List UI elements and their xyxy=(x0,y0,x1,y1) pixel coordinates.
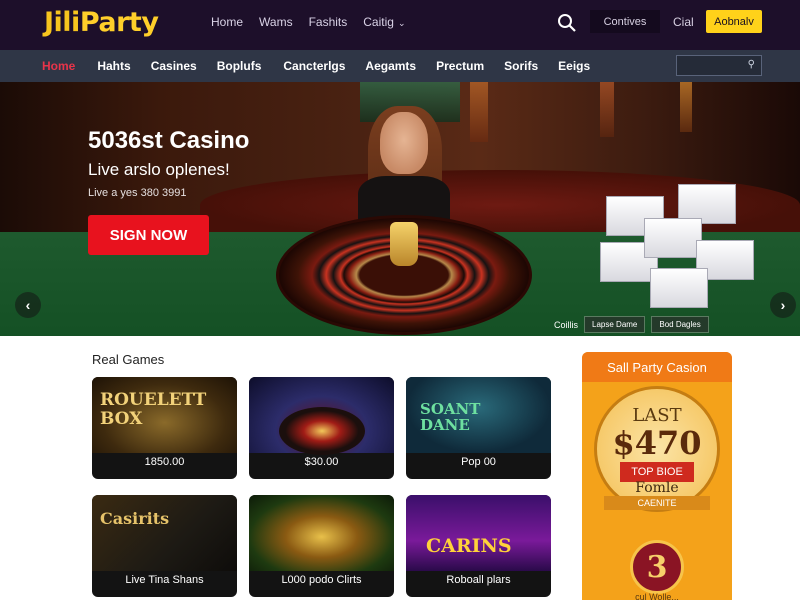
hero-small-text: Live a yes 380 3991 xyxy=(88,187,187,199)
promo-last: LAST xyxy=(632,405,682,426)
top-nav-item-4-label: Caitig xyxy=(363,15,394,29)
promo-banner: CAENITE xyxy=(604,496,710,510)
section-title: Real Games xyxy=(92,352,165,367)
promo-ribbon: TOP BIOE xyxy=(620,462,694,482)
game-art-text: CARINS xyxy=(426,535,512,557)
category-nav-items: Home Hahts Casines Boplufs Cancterlgs Ae… xyxy=(42,59,590,73)
game-art-text: SOANT DANE xyxy=(420,400,481,434)
game-caption: Pop 00 xyxy=(461,456,496,468)
category-nav-item-8[interactable]: Sorifs xyxy=(504,59,538,73)
promo-subtext: Fomle xyxy=(635,480,679,496)
top-nav-item-4[interactable]: Caitig ⌄ xyxy=(363,15,405,29)
category-nav-item-2[interactable]: Hahts xyxy=(97,59,130,73)
hero-tag-2[interactable]: Bod Dagles xyxy=(651,316,709,333)
promo-title: Sall Party Casion xyxy=(582,352,732,382)
chevron-left-icon[interactable]: ‹ xyxy=(15,292,41,318)
game-caption: Roboall plars xyxy=(446,574,511,586)
game-thumbnail: SOANT DANE xyxy=(406,377,551,453)
game-thumbnail: Casirits xyxy=(92,495,237,571)
subnav-search-input[interactable]: ⚲ xyxy=(676,55,762,76)
promo-footer: cul Wolle... xyxy=(635,592,679,600)
top-nav-item-3[interactable]: Fashits xyxy=(309,15,348,29)
top-nav-item-2[interactable]: Wams xyxy=(259,15,293,29)
top-nav-item-1[interactable]: Home xyxy=(211,15,243,29)
background-lamp xyxy=(600,82,614,137)
chevron-right-icon[interactable]: › xyxy=(770,292,796,318)
brand-logo-right: Party xyxy=(79,7,159,38)
category-nav-item-7[interactable]: Prectum xyxy=(436,59,484,73)
hero-title: 5036st Casino xyxy=(88,127,250,154)
top-field[interactable]: Contives xyxy=(590,10,660,33)
category-nav-item-3[interactable]: Casines xyxy=(151,59,197,73)
brand-logo[interactable]: JiliParty xyxy=(44,7,159,38)
dealer-face xyxy=(380,112,428,174)
promo-amount: $470 xyxy=(612,424,702,462)
game-art-text: Casirits xyxy=(100,509,170,528)
roulette-art xyxy=(279,407,365,455)
game-card[interactable]: $30.00 xyxy=(249,377,394,479)
game-caption: L000 podo Clirts xyxy=(281,574,362,586)
hero-subtitle: Live arslo oplenes! xyxy=(88,160,230,179)
game-thumbnail xyxy=(249,377,394,455)
search-icon: ⚲ xyxy=(747,59,755,70)
hero-tag-bar: Coillis Lapse Dame Bod Dagles xyxy=(554,316,709,333)
game-thumbnail xyxy=(249,495,394,571)
category-nav-item-9[interactable]: Eeigs xyxy=(558,59,590,73)
roulette-turret xyxy=(390,222,418,266)
search-icon[interactable] xyxy=(556,12,578,34)
hero-tag-1[interactable]: Lapse Dame xyxy=(584,316,646,333)
chevron-down-icon: ⌄ xyxy=(397,18,406,28)
game-caption: $30.00 xyxy=(304,456,339,468)
top-nav: Home Wams Fashits Caitig ⌄ xyxy=(211,15,406,29)
game-card[interactable]: SOANT DANE Pop 00 xyxy=(406,377,551,479)
sign-now-button[interactable]: SIGN NOW xyxy=(88,215,209,255)
category-nav-item-6[interactable]: Aegamts xyxy=(365,59,416,73)
game-caption: 1850.00 xyxy=(144,456,185,468)
category-nav-item-home[interactable]: Home xyxy=(42,59,75,73)
hero-tag-label: Coillis xyxy=(554,319,579,330)
card-stack xyxy=(650,268,708,308)
game-card[interactable]: CARINS Roboall plars xyxy=(406,495,551,597)
promo-panel[interactable]: Sall Party Casion LAST $470 TOP BIOE Fom… xyxy=(582,352,732,600)
top-action-button[interactable]: Aobnalv xyxy=(706,10,762,33)
game-caption: Live Tina Shans xyxy=(125,574,204,586)
game-card[interactable]: Casirits Live Tina Shans xyxy=(92,495,237,597)
promo-coin-badge: 3 xyxy=(630,540,684,594)
category-nav-item-5[interactable]: Cancterlgs xyxy=(283,59,345,73)
top-bar: JiliParty Home Wams Fashits Caitig ⌄ Cont… xyxy=(0,0,800,50)
game-card[interactable]: ROUELETT BOX 1850.00 xyxy=(92,377,237,479)
background-lamp xyxy=(470,82,488,142)
game-thumbnail: ROUELETT BOX xyxy=(92,377,237,453)
category-nav-item-4[interactable]: Boplufs xyxy=(217,59,262,73)
card-stack xyxy=(644,218,702,258)
background-lamp xyxy=(680,82,692,132)
game-art-text: ROUELETT BOX xyxy=(100,390,207,429)
brand-logo-left: Jili xyxy=(44,7,80,38)
game-thumbnail: CARINS xyxy=(406,495,551,571)
game-card[interactable]: L000 podo Clirts xyxy=(249,495,394,597)
card-stacks xyxy=(596,184,766,314)
top-link[interactable]: Cial xyxy=(673,15,694,29)
